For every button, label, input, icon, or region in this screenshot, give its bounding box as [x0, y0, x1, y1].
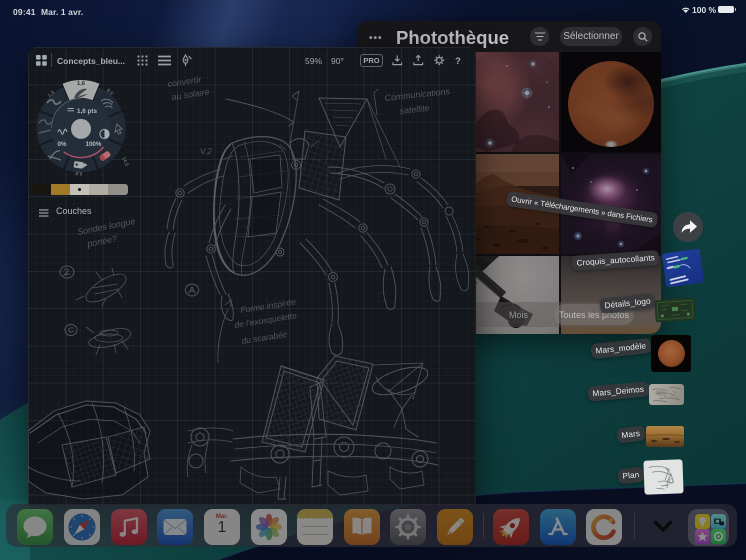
svg-text:1,6: 1,6: [76, 80, 85, 86]
svg-text:portée?: portée?: [85, 233, 117, 249]
svg-text:Sondes longue: Sondes longue: [76, 216, 136, 237]
svg-text:du scarabée: du scarabée: [241, 329, 288, 346]
svg-text:0%: 0%: [57, 140, 66, 147]
svg-text:V.2: V.2: [200, 146, 212, 156]
svg-text:1,6 pts: 1,6 pts: [77, 107, 97, 114]
svg-text:au solaire: au solaire: [171, 87, 210, 102]
svg-text:convertir: convertir: [167, 74, 203, 89]
svg-text:satellite: satellite: [399, 103, 430, 116]
svg-text:14,5: 14,5: [120, 155, 130, 167]
svg-text:Communications: Communications: [384, 86, 451, 103]
svg-text:6,8: 6,8: [75, 169, 83, 176]
svg-text:100%: 100%: [85, 140, 101, 147]
